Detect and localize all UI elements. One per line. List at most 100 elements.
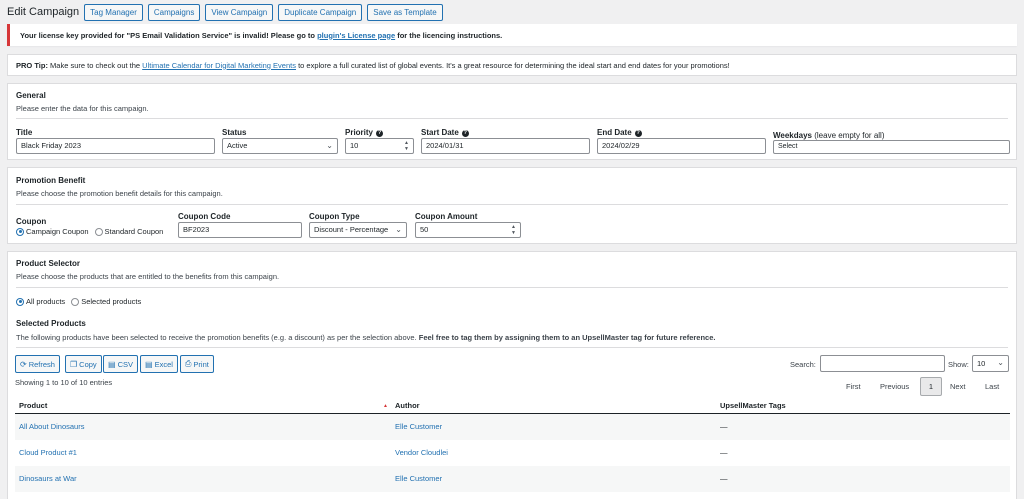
file-icon: ▤ [145, 359, 153, 369]
search-label: Search: [790, 360, 816, 369]
general-description: Please enter the data for this campaign. [16, 104, 149, 113]
chevron-down-icon: ⌄ [997, 358, 1004, 367]
chevron-down-icon: ⌄ [395, 225, 402, 234]
tags-cell: — [720, 448, 728, 457]
author-link[interactable]: Elle Customer [395, 474, 442, 483]
stepper-icon[interactable]: ▲ ▼ [511, 224, 516, 236]
start-date-input[interactable]: 2024/01/31 [421, 138, 590, 154]
view-campaign-button[interactable]: View Campaign [205, 3, 274, 21]
standard-coupon-radio[interactable] [94, 227, 103, 236]
pager-current-page[interactable]: 1 [920, 377, 942, 396]
product-link[interactable]: All About Dinosaurs [19, 422, 84, 431]
tip-text: PRO Tip: Make sure to check out the Ulti… [16, 60, 730, 70]
product-link[interactable]: Cloud Product #1 [19, 448, 77, 457]
selected-products-title: Selected Products [16, 319, 86, 328]
stepper-icon[interactable]: ▲ ▼ [404, 140, 409, 152]
campaigns-button[interactable]: Campaigns [147, 3, 201, 21]
question-circle-icon[interactable]: ? [461, 130, 469, 137]
copy-icon: ❐ [70, 359, 78, 369]
coupon-code-input[interactable]: BF2023 [178, 222, 302, 238]
start-date-label: Start Date? [421, 128, 469, 137]
refresh-icon: ⟳ [20, 359, 27, 369]
page-header: Edit Campaign Tag Manager Campaigns View… [7, 3, 448, 21]
table-row: Cloud Product #1 Vendor Cloudlei — [15, 440, 1010, 466]
file-icon: ▤ [108, 359, 116, 369]
end-date-label: End Date? [597, 128, 642, 137]
promotion-title: Promotion Benefit [16, 176, 86, 185]
pager-first[interactable]: First [846, 382, 861, 391]
coupon-type-label: Coupon Type [309, 212, 360, 221]
column-header-tags[interactable]: UpsellMaster Tags [720, 401, 786, 410]
chevron-down-icon: ⌄ [326, 141, 333, 150]
coupon-amount-input[interactable]: 50 ▲ ▼ [415, 222, 521, 238]
question-circle-icon[interactable]: ? [634, 130, 642, 137]
refresh-button[interactable]: ⟳ Refresh [15, 355, 60, 373]
copy-button[interactable]: ❐ Copy [65, 355, 102, 373]
license-page-link[interactable]: plugin's License page [317, 31, 395, 40]
column-header-product[interactable]: Product [19, 401, 47, 410]
status-select[interactable]: Active ⌄ [222, 138, 338, 154]
pager-next[interactable]: Next [950, 382, 965, 391]
table-row: Dinosaurs at War Elle Customer — [15, 466, 1010, 492]
title-label: Title [16, 128, 33, 137]
tags-cell: — [720, 422, 728, 431]
promotion-benefit-section: Promotion Benefit Please choose the prom… [7, 167, 1017, 244]
coupon-label: Coupon [16, 217, 47, 226]
pager-previous[interactable]: Previous [880, 382, 909, 391]
coupon-code-label: Coupon Code [178, 212, 231, 221]
selected-products-description: The following products have been selecte… [16, 333, 716, 342]
license-error-notice: Your license key provided for "PS Email … [7, 24, 1017, 46]
standard-coupon-label[interactable]: Standard Coupon [105, 227, 164, 236]
general-title: General [16, 91, 46, 100]
promotion-description: Please choose the promotion benefit deta… [16, 189, 223, 198]
coupon-amount-label: Coupon Amount [415, 212, 478, 221]
weekdays-select[interactable]: Select [773, 140, 1010, 154]
end-date-input[interactable]: 2024/02/29 [597, 138, 766, 154]
all-products-label[interactable]: All products [26, 297, 65, 306]
tags-cell: — [720, 474, 728, 483]
campaign-coupon-label[interactable]: Campaign Coupon [26, 227, 89, 236]
product-selector-description: Please choose the products that are enti… [16, 272, 280, 281]
general-section: General Please enter the data for this c… [7, 83, 1017, 160]
pro-tip-notice: PRO Tip: Make sure to check out the Ulti… [7, 54, 1017, 76]
excel-button[interactable]: ▤ Excel [140, 355, 178, 373]
title-input[interactable]: Black Friday 2023 [16, 138, 215, 154]
question-circle-icon[interactable]: ? [376, 130, 384, 137]
priority-label: Priority? [345, 128, 384, 137]
divider [16, 204, 1008, 205]
divider [16, 287, 1008, 288]
pager-last[interactable]: Last [985, 382, 999, 391]
calendar-link[interactable]: Ultimate Calendar for Digital Marketing … [142, 61, 296, 70]
tag-manager-button[interactable]: Tag Manager [84, 3, 143, 21]
save-as-template-button[interactable]: Save as Template [367, 3, 443, 21]
divider [16, 347, 1008, 348]
table-row: All About Dinosaurs Elle Customer — [15, 414, 1010, 440]
campaign-coupon-radio[interactable] [16, 227, 24, 236]
product-selector-title: Product Selector [16, 259, 81, 268]
priority-input[interactable]: 10 ▲ ▼ [345, 138, 414, 154]
page-title: Edit Campaign [7, 6, 80, 18]
table-info: Showing 1 to 10 of 10 entries [15, 378, 113, 387]
weekdays-label: Weekdays (leave empty for all) [773, 131, 885, 140]
divider [16, 118, 1008, 119]
product-link[interactable]: Dinosaurs at War [19, 474, 77, 483]
product-radio-group: All products Selected products [16, 297, 147, 306]
all-products-radio[interactable] [16, 297, 24, 306]
search-input[interactable] [820, 355, 945, 372]
print-button[interactable]: ⎙ Print [180, 355, 214, 373]
print-icon: ⎙ [185, 359, 192, 368]
coupon-radio-group: Campaign Coupon Standard Coupon [16, 227, 169, 236]
page-size-select[interactable]: 10 ⌄ [972, 355, 1009, 372]
status-label: Status [222, 128, 247, 137]
csv-button[interactable]: ▤ CSV [103, 355, 138, 373]
error-text: Your license key provided for "PS Email … [20, 30, 503, 40]
selected-products-label[interactable]: Selected products [81, 297, 141, 306]
coupon-type-select[interactable]: Discount - Percentage ⌄ [309, 222, 407, 238]
author-link[interactable]: Elle Customer [395, 422, 442, 431]
author-link[interactable]: Vendor Cloudlei [395, 448, 448, 457]
sort-ascending-icon[interactable]: ▲ [383, 403, 388, 409]
selected-products-radio[interactable] [71, 297, 80, 306]
column-header-author[interactable]: Author [395, 401, 420, 410]
show-label: Show: [948, 360, 969, 369]
duplicate-campaign-button[interactable]: Duplicate Campaign [278, 3, 363, 21]
